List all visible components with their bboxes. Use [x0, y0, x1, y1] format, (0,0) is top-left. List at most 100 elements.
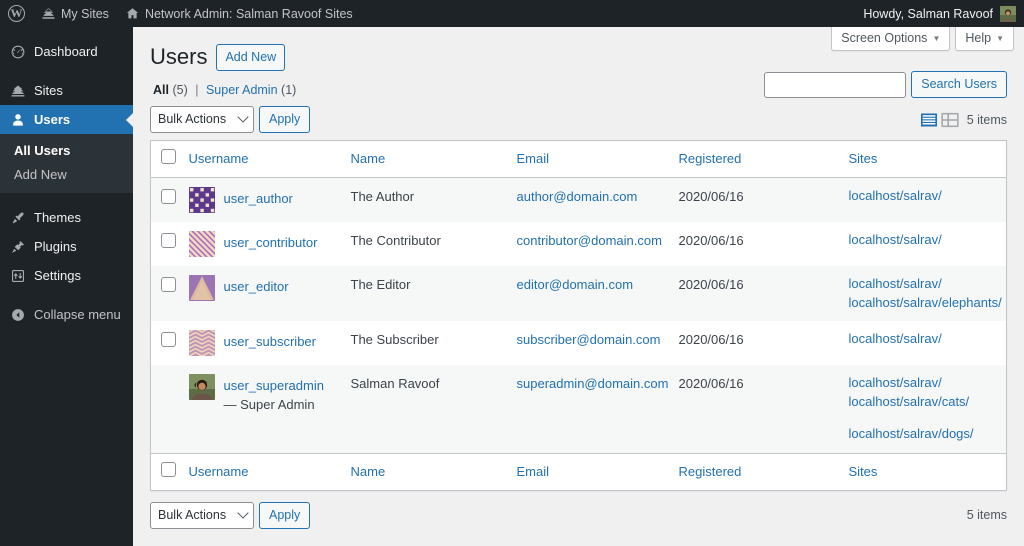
- select-all-checkbox-bottom[interactable]: [161, 462, 176, 477]
- column-header-username[interactable]: Username: [188, 140, 351, 178]
- registered-cell: 2020/06/16: [678, 365, 849, 454]
- avatar: [188, 230, 215, 257]
- row-select-cell: [151, 321, 189, 365]
- select-all-checkbox-top[interactable]: [161, 148, 176, 164]
- apply-button-top[interactable]: Apply: [259, 106, 311, 134]
- sites-gap: [849, 412, 997, 425]
- row-select-cell: [150, 177, 189, 222]
- filter-super-admin[interactable]: Super Admin: [206, 83, 278, 97]
- name-cell: Salman Ravoof: [350, 365, 517, 454]
- column-footer-username[interactable]: Username: [188, 452, 351, 491]
- screen-options-button[interactable]: Screen Options ▼: [831, 27, 951, 51]
- tablenav-bottom: Bulk Actions Apply 5 items: [150, 500, 1007, 530]
- tablenav-top: Bulk Actions Apply 5 items: [150, 105, 1007, 135]
- table-header-row: Username Name Email Registered Sites: [150, 140, 1007, 178]
- avatar: [1000, 5, 1016, 22]
- view-switch: [920, 111, 959, 129]
- apply-button-bottom[interactable]: Apply: [259, 501, 311, 529]
- site-link[interactable]: localhost/salrav/cats/: [849, 393, 997, 412]
- main-content: Screen Options ▼ Help ▼ Users Add New Al…: [133, 27, 1024, 546]
- excerpt-view-icon[interactable]: [941, 111, 959, 129]
- username-link[interactable]: user_editor: [224, 279, 289, 294]
- column-footer-name[interactable]: Name: [350, 452, 517, 491]
- bulk-actions-select[interactable]: Bulk Actions: [150, 106, 254, 134]
- site-link[interactable]: localhost/salrav/elephants/: [849, 294, 1002, 313]
- plugins-icon: [9, 238, 26, 255]
- site-link[interactable]: localhost/salrav/: [849, 187, 997, 206]
- avatar: [188, 330, 215, 357]
- sidebar-item-collapse-menu[interactable]: Collapse menu: [0, 300, 133, 329]
- tablenav-right-top: 5 items: [920, 111, 1007, 129]
- row-checkbox[interactable]: [161, 232, 176, 248]
- column-header-sites: Sites: [848, 140, 1007, 178]
- filter-super-admin-count: (1): [281, 82, 297, 97]
- username-link[interactable]: user_superadmin: [224, 378, 324, 393]
- table-body: user_author The Author author@domain.com 20…: [150, 177, 1007, 454]
- site-link[interactable]: localhost/salrav/: [849, 330, 997, 349]
- name-cell: The Author: [350, 177, 517, 222]
- email-link[interactable]: subscriber@domain.com: [517, 332, 661, 347]
- sites-cell: localhost/salrav/localhost/salrav/elepha…: [848, 265, 1007, 322]
- sidebar-item-users[interactable]: Users: [0, 105, 134, 134]
- network-admin-menu[interactable]: Network Admin: Salman Ravoof Sites: [117, 0, 361, 27]
- email-link[interactable]: editor@domain.com: [517, 277, 634, 292]
- select-all-footer: [150, 452, 189, 491]
- add-new-button[interactable]: Add New: [216, 43, 286, 71]
- filter-all[interactable]: All: [153, 83, 169, 97]
- filter-divider: |: [195, 82, 199, 97]
- select-all-header: [150, 140, 189, 178]
- bulk-actions-select-wrap: Bulk Actions: [150, 106, 254, 134]
- submenu-item-add-new[interactable]: Add New: [0, 163, 133, 187]
- table-row: user_editor The Editor editor@domain.com 20…: [150, 265, 1007, 322]
- search-users-button[interactable]: Search Users: [911, 71, 1007, 98]
- site-link[interactable]: localhost/salrav/: [849, 374, 997, 393]
- column-footer-email[interactable]: Email: [516, 452, 679, 491]
- column-header-email[interactable]: Email: [516, 140, 679, 178]
- table-row: user_contributor The Contributor contribut…: [151, 222, 1007, 266]
- username-link[interactable]: user_contributor: [224, 235, 318, 250]
- row-checkbox[interactable]: [161, 188, 176, 204]
- help-button[interactable]: Help ▼: [955, 27, 1014, 51]
- search-input[interactable]: [764, 71, 907, 98]
- sites-cell: localhost/salrav/: [848, 177, 1007, 222]
- table-row: user_author The Author author@domain.com 20…: [150, 177, 1007, 222]
- column-header-name[interactable]: Name: [350, 140, 517, 178]
- items-count-bottom: 5 items: [966, 508, 1007, 523]
- users-table: Username Name Email Registered Sites use…: [150, 139, 1007, 492]
- list-view-icon[interactable]: [920, 111, 938, 129]
- my-sites-menu[interactable]: My Sites: [33, 0, 117, 27]
- email-link[interactable]: superadmin@domain.com: [517, 376, 669, 391]
- column-header-registered[interactable]: Registered: [678, 140, 849, 178]
- themes-icon: [9, 209, 26, 226]
- sidebar-item-settings[interactable]: Settings: [0, 261, 133, 290]
- registered-cell: 2020/06/16: [678, 232, 744, 248]
- table-row: user_subscriber The Subscriber subscriber@…: [151, 321, 1007, 365]
- email-link[interactable]: contributor@domain.com: [517, 233, 662, 248]
- username-link[interactable]: user_subscriber: [224, 334, 317, 349]
- table-head: Username Name Email Registered Sites: [150, 140, 1007, 178]
- table-foot: Username Name Email Registered Sites: [150, 452, 1007, 491]
- column-footer-registered[interactable]: Registered: [678, 452, 849, 491]
- avatar: [188, 274, 215, 301]
- sidebar-item-plugins[interactable]: Plugins: [0, 232, 133, 261]
- sidebar-item-dashboard[interactable]: Dashboard: [0, 37, 133, 66]
- wp-logo-menu[interactable]: W: [0, 0, 33, 27]
- username-link[interactable]: user_author: [224, 191, 293, 206]
- sidebar-item-sites[interactable]: Sites: [0, 76, 133, 105]
- email-link[interactable]: author@domain.com: [517, 189, 638, 204]
- bulk-actions-select-bottom[interactable]: Bulk Actions: [150, 501, 254, 529]
- sidebar-item-label: Settings: [34, 268, 81, 283]
- site-link[interactable]: localhost/salrav/: [849, 231, 997, 250]
- row-checkbox[interactable]: [161, 332, 176, 348]
- row-checkbox[interactable]: [161, 276, 176, 292]
- site-link[interactable]: localhost/salrav/dogs/: [849, 425, 997, 444]
- site-link[interactable]: localhost/salrav/: [849, 275, 997, 294]
- account-menu[interactable]: Howdy, Salman Ravoof: [863, 5, 1024, 22]
- name-cell: The Editor: [350, 265, 517, 322]
- page-title: Users: [150, 44, 208, 69]
- chevron-down-icon: ▼: [932, 33, 941, 43]
- sidebar-item-themes[interactable]: Themes: [0, 203, 133, 232]
- table-row: user_superadmin — Super Admin Salman Ravo…: [150, 365, 1007, 454]
- submenu-item-all-users[interactable]: All Users: [0, 139, 133, 163]
